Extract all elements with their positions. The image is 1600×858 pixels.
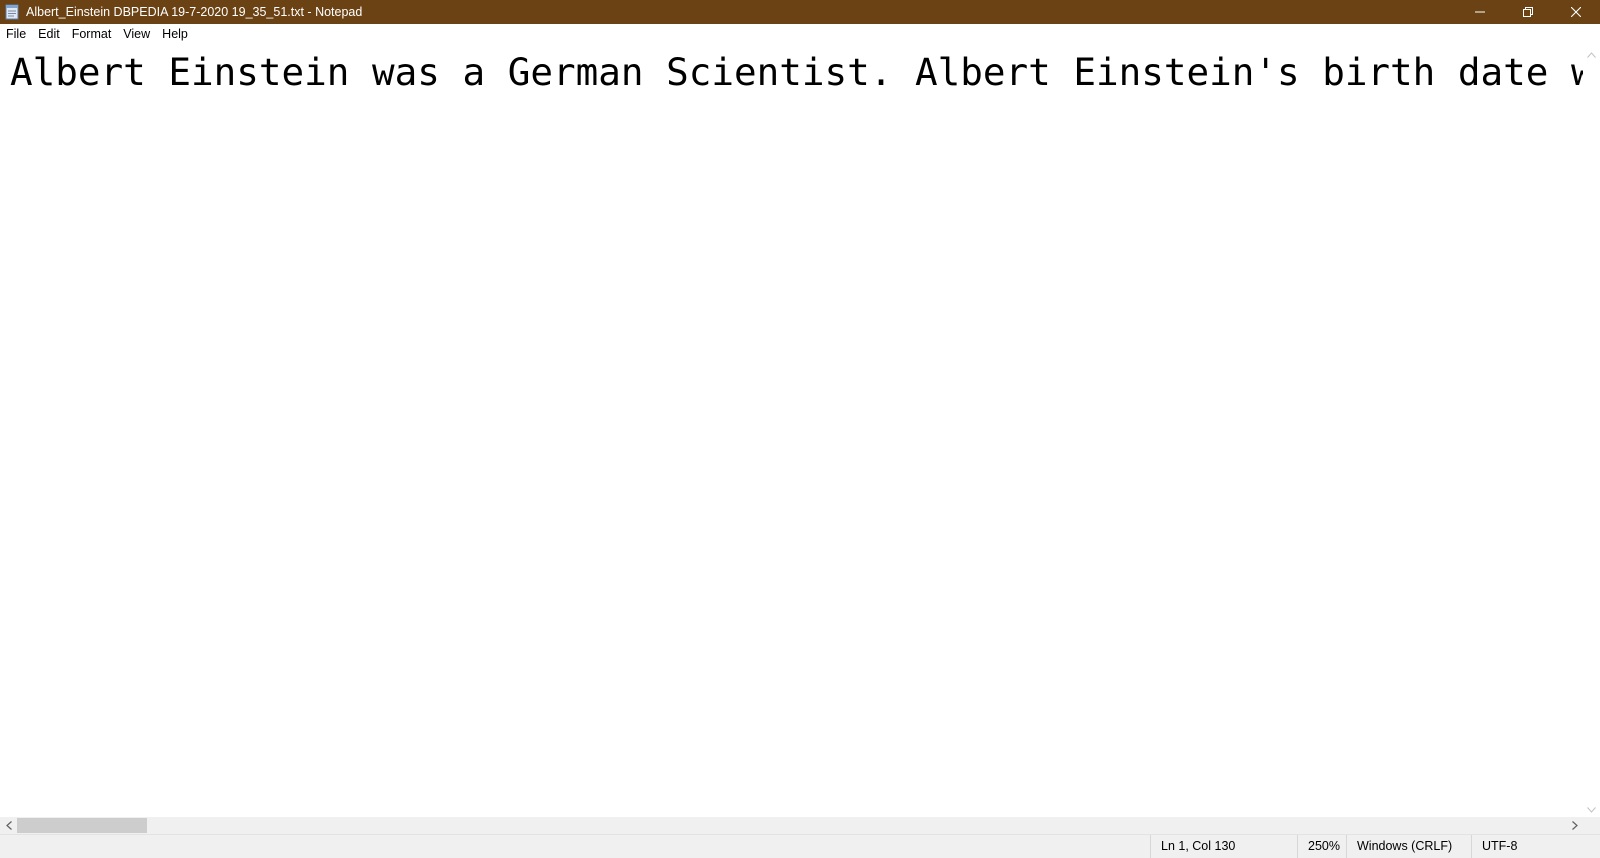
menu-edit[interactable]: Edit — [32, 24, 66, 45]
scrollbar-corner — [1583, 817, 1600, 834]
scroll-left-button[interactable] — [0, 817, 17, 834]
chevron-right-icon — [1571, 817, 1578, 835]
chevron-down-icon — [1587, 800, 1596, 818]
chevron-left-icon — [5, 817, 12, 835]
status-cursor-position: Ln 1, Col 130 — [1150, 835, 1297, 858]
status-line-endings: Windows (CRLF) — [1346, 835, 1473, 858]
chevron-up-icon — [1587, 45, 1596, 63]
status-encoding: UTF-8 — [1471, 835, 1600, 858]
scroll-down-button[interactable] — [1583, 800, 1600, 817]
status-bar: Ln 1, Col 130 250% Windows (CRLF) UTF-8 — [0, 834, 1600, 858]
restore-icon — [1523, 7, 1533, 17]
close-icon — [1571, 7, 1581, 17]
horizontal-scroll-thumb[interactable] — [17, 818, 147, 833]
menu-bar: File Edit Format View Help — [0, 24, 1600, 45]
menu-help[interactable]: Help — [156, 24, 194, 45]
window-title: Albert_Einstein DBPEDIA 19-7-2020 19_35_… — [26, 5, 363, 19]
status-zoom: 250% — [1297, 835, 1353, 858]
menu-file[interactable]: File — [0, 24, 32, 45]
vertical-scrollbar[interactable] — [1583, 45, 1600, 817]
horizontal-scrollbar[interactable] — [0, 817, 1583, 834]
title-bar[interactable]: Albert_Einstein DBPEDIA 19-7-2020 19_35_… — [0, 0, 1600, 24]
scroll-up-button[interactable] — [1583, 45, 1600, 62]
close-button[interactable] — [1552, 0, 1600, 24]
scroll-right-button[interactable] — [1566, 817, 1583, 834]
editor-content[interactable]: Albert Einstein was a German Scientist. … — [10, 49, 1583, 95]
maximize-button[interactable] — [1504, 0, 1552, 24]
menu-format[interactable]: Format — [66, 24, 118, 45]
notepad-window: Albert_Einstein DBPEDIA 19-7-2020 19_35_… — [0, 0, 1600, 858]
window-controls — [1456, 0, 1600, 24]
notepad-icon[interactable] — [4, 4, 20, 20]
text-editor[interactable]: Albert Einstein was a German Scientist. … — [0, 45, 1583, 817]
menu-view[interactable]: View — [117, 24, 156, 45]
minimize-icon — [1475, 7, 1485, 17]
minimize-button[interactable] — [1456, 0, 1504, 24]
